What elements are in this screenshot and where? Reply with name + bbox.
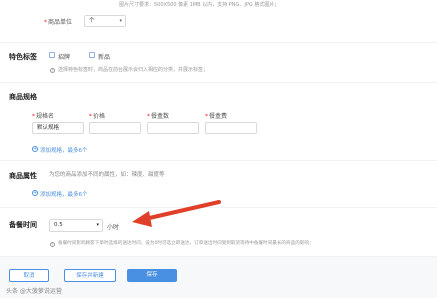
add-attribute-link[interactable]: 添加规格，最多6个 (40, 190, 88, 198)
basic-info-card: 图片尺寸要求：500X500 像素 1MB 以内，支持 PNG、JPG 格式图片… (0, 0, 437, 42)
unit-select[interactable]: 个 ▾ (84, 15, 126, 27)
tag-label-new: 新品 (98, 54, 111, 61)
spec-box-fee-input[interactable] (205, 122, 257, 134)
plus-circle-icon[interactable]: + (32, 190, 38, 196)
spec-name-input[interactable]: 默认规格 (32, 122, 84, 134)
attributes-card: 商品属性 为您的商品添加不同的属性，如：辣度、甜度等 + 添加规格，最多6个 (0, 161, 437, 207)
watermark-text: 头条 @大菠萝说运营 (6, 288, 62, 295)
spec-header-price: *价格 (89, 113, 106, 120)
tag-checkbox-signature[interactable] (49, 52, 55, 58)
image-size-hint: 图片尺寸要求：500X500 像素 1MB 以内，支持 PNG、JPG 格式图片… (119, 2, 280, 8)
spec-card: 商品规格 *规格名 *价格 *餐盒数 *餐盒费 默认规格 + 添加规格，最多6个 (0, 83, 437, 160)
info-icon: ! (50, 242, 55, 247)
spec-price-input[interactable] (89, 122, 141, 134)
info-icon: ! (50, 68, 55, 73)
spec-header-box-count: *餐盒数 (147, 113, 170, 120)
product-form-page: 图片尺寸要求：500X500 像素 1MB 以内，支持 PNG、JPG 格式图片… (0, 0, 437, 298)
spec-header-box-fee: *餐盒费 (205, 113, 228, 120)
prep-time-unit: 小时 (107, 224, 120, 231)
spec-header-name: *规格名 (32, 113, 55, 120)
tag-checkbox-new[interactable] (89, 52, 95, 58)
chevron-down-icon: ▾ (119, 18, 122, 24)
attributes-hint: 为您的商品添加不同的属性，如：辣度、甜度等 (49, 172, 165, 178)
prep-time-hint: 备餐时间影响顾客下单时选择的送达时间，设为0时可选立即送达，订单送出时间受到取货… (58, 241, 314, 246)
attributes-title: 商品属性 (9, 172, 37, 180)
spec-title: 商品规格 (9, 93, 37, 101)
cancel-button[interactable]: 取消 (9, 269, 49, 282)
footer-bar: 取消 保存并新建 保存 头条 @大菠萝说运营 (0, 257, 437, 298)
unit-value: 个 (89, 18, 95, 24)
add-spec-link[interactable]: 添加规格，最多6个 (40, 146, 88, 154)
save-and-new-button[interactable]: 保存并新建 (64, 269, 116, 282)
tag-label-signature: 招牌 (58, 54, 71, 61)
save-button[interactable]: 保存 (127, 269, 177, 282)
spec-box-count-input[interactable] (147, 122, 199, 134)
plus-circle-icon[interactable]: + (32, 146, 38, 152)
chevron-down-icon: ▾ (96, 222, 99, 228)
feature-tags-title: 特色标签 (9, 53, 37, 61)
prep-time-select[interactable]: 0.5 ▾ (49, 219, 103, 232)
prep-time-value: 0.5 (54, 222, 63, 228)
feature-tags-hint: 选择特色标签时，商品在前台展示会归入相应的分类，并展示标签； (58, 67, 209, 73)
prep-time-card: 备餐时间 0.5 ▾ 小时 ! 备餐时间影响顾客下单时选择的送达时间，设为0时可… (0, 208, 437, 256)
unit-label: *商品单位 (44, 19, 73, 26)
feature-tags-card: 特色标签 招牌 新品 ! 选择特色标签时，商品在前台展示会归入相应的分类，并展示… (0, 43, 437, 82)
prep-time-title: 备餐时间 (9, 221, 37, 229)
